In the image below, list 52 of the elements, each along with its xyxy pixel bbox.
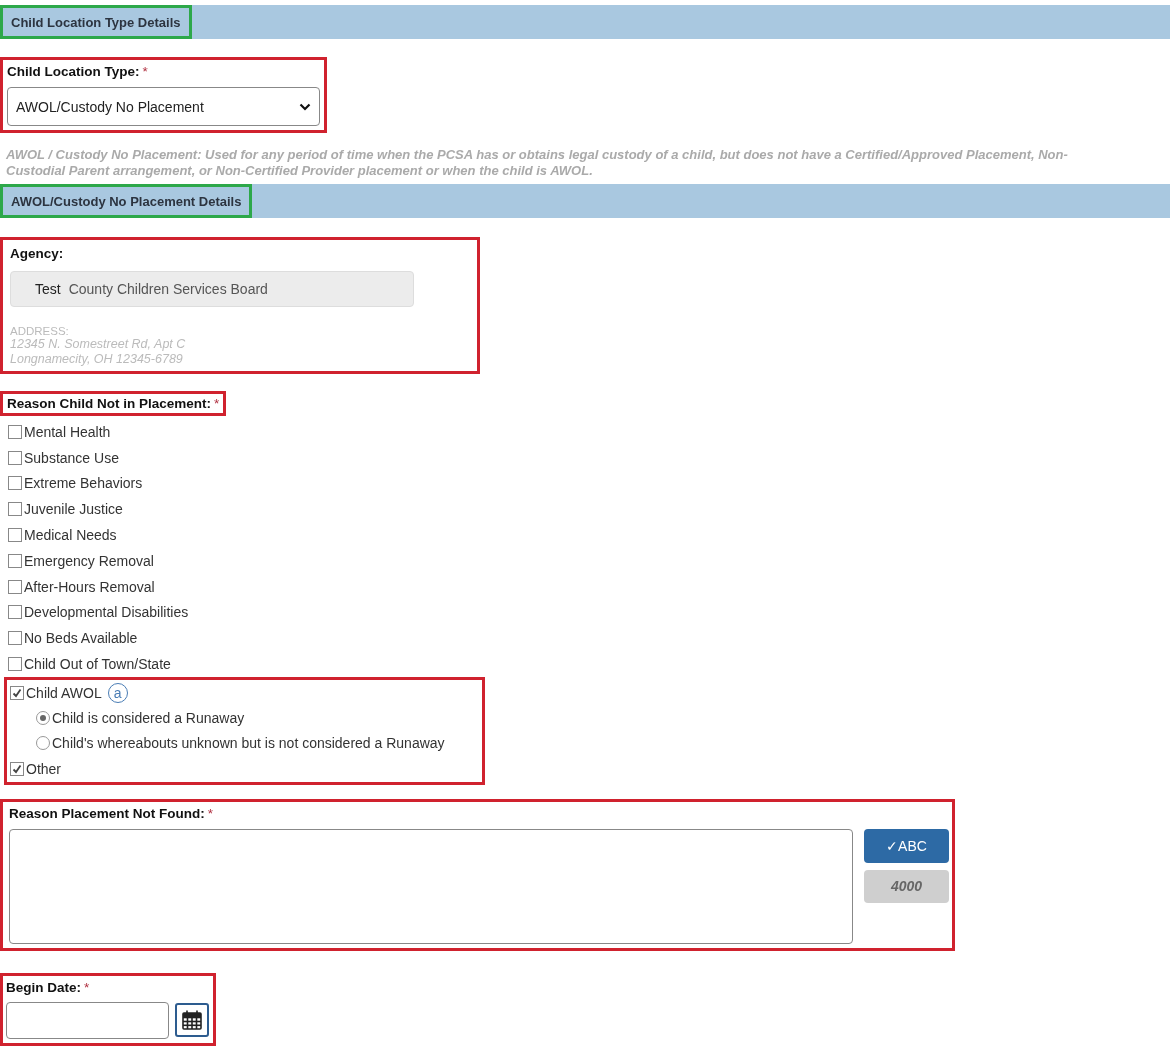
address-label: ADDRESS: xyxy=(10,325,70,337)
radio-button[interactable] xyxy=(36,711,50,726)
checkbox[interactable] xyxy=(8,657,22,672)
checkbox-label: Child AWOL xyxy=(26,684,102,701)
checkbox[interactable] xyxy=(8,502,22,517)
radio-button[interactable] xyxy=(36,736,50,751)
checkbox-label: Juvenile Justice xyxy=(24,501,123,518)
section-title: Child Location Type Details xyxy=(0,5,192,39)
checkbox-label: Medical Needs xyxy=(24,527,117,544)
chevron-down-icon xyxy=(299,102,311,111)
field-label: Reason Child Not in Placement: xyxy=(7,396,212,411)
address-line: 12345 N. Somestreet Rd, Apt C xyxy=(10,337,187,352)
address-line: Longnamecity, OH 12345-6789 xyxy=(10,352,184,367)
checkbox[interactable] xyxy=(8,424,22,439)
checkbox[interactable] xyxy=(8,579,22,594)
checkbox[interactable] xyxy=(8,528,22,543)
radio-label: Child's whereabouts unknown but is not considered a Runaway xyxy=(52,735,445,752)
spell-check-button[interactable]: ✓ABC xyxy=(864,828,949,863)
checkbox[interactable] xyxy=(8,631,22,646)
field-label: Begin Date: xyxy=(6,979,81,995)
checkbox-label: Emergency Removal xyxy=(24,552,154,569)
checkbox-label: Other xyxy=(26,760,61,777)
select-field[interactable]: AWOL/Custody No Placement xyxy=(7,87,320,126)
checkbox-label: Mental Health xyxy=(24,423,111,440)
agency-name: County Children Services Board xyxy=(68,281,268,297)
checkbox[interactable] xyxy=(8,450,22,465)
field-label: Agency: xyxy=(10,246,64,261)
checkbox-label: Developmental Disabilities xyxy=(24,604,189,621)
calendar-button[interactable] xyxy=(175,1003,209,1038)
checkbox[interactable] xyxy=(8,476,22,491)
checkbox-label: No Beds Available xyxy=(24,630,138,647)
checkbox-label: Substance Use xyxy=(24,449,119,466)
field-label: Reason Placement Not Found: xyxy=(9,805,205,821)
checkbox[interactable] xyxy=(10,761,24,776)
required-mark: * xyxy=(207,805,214,821)
required-mark: * xyxy=(84,979,90,995)
field-label: Child Location Type: xyxy=(7,64,140,79)
calendar-icon xyxy=(181,1009,203,1032)
required-mark: * xyxy=(214,396,220,411)
help-text: AWOL / Custody No Placement: Used for any period of time when the PCSA has or obtains legal custody of a child, but does not have a Certified/Approved Placement, Non-Custodial Parent arrangement, or Non-Certified Provider placement or when the child is AWOL. xyxy=(6,147,1069,179)
section-title: AWOL/Custody No Placement Details xyxy=(0,184,253,218)
checkbox[interactable] xyxy=(8,605,22,620)
radio-label: Child is considered a Runaway xyxy=(52,710,245,727)
checkbox-label: Child Out of Town/State xyxy=(24,656,171,673)
character-counter: 4000 xyxy=(864,869,949,903)
checkbox-label: Extreme Behaviors xyxy=(24,475,143,492)
date-field[interactable] xyxy=(6,1001,169,1039)
required-mark: * xyxy=(142,64,148,79)
checkbox-label: After-Hours Removal xyxy=(24,578,155,595)
checkbox[interactable] xyxy=(8,553,22,568)
agency-code: Test xyxy=(35,281,61,297)
checkbox[interactable] xyxy=(10,685,24,700)
